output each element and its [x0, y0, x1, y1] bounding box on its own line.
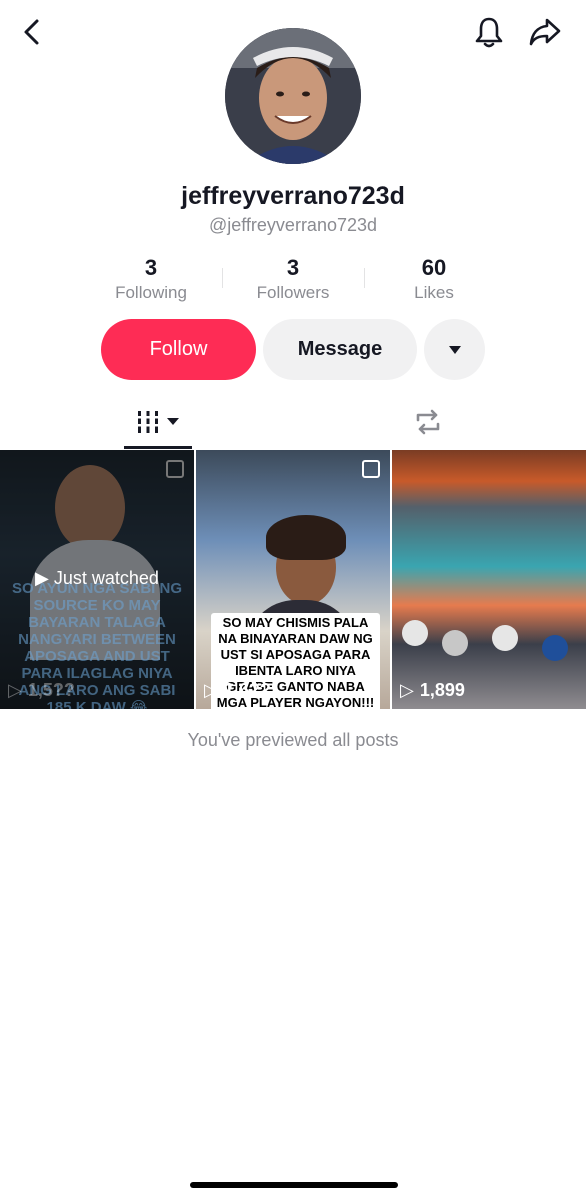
end-of-posts-text: You've previewed all posts [187, 730, 399, 750]
avatar[interactable] [225, 28, 361, 164]
back-button[interactable] [14, 14, 50, 50]
view-count: ▷ 1,5?? [8, 680, 75, 701]
stat-value: 3 [286, 255, 300, 280]
notification-button[interactable] [471, 14, 507, 50]
video-tile[interactable]: ▷ 1,899 [392, 450, 586, 709]
multi-content-icon [362, 460, 380, 478]
view-count-value: 1,6?? [223, 680, 271, 700]
stat-followers[interactable]: 3 Followers [223, 255, 363, 303]
bell-icon [475, 17, 503, 48]
tab-videos[interactable] [135, 408, 185, 436]
share-button[interactable] [527, 14, 563, 50]
just-watched-badge: ▶ Just watched [0, 568, 194, 589]
play-outline-icon: ▷ [400, 680, 414, 700]
username: jeffreyverrano723d [181, 182, 405, 210]
multi-content-icon [166, 460, 184, 478]
just-watched-label: Just watched [53, 568, 159, 588]
stat-label: Likes [414, 283, 454, 302]
repost-icon [416, 409, 440, 435]
caret-down-icon [448, 345, 461, 354]
view-count: ▷ 1,899 [400, 680, 465, 701]
play-outline-icon: ▷ [204, 680, 218, 700]
handle: @jeffreyverrano723d [208, 215, 378, 235]
video-tile[interactable]: SO AYUN NGA SABI NG SOURCE KO MAY BAYARA… [0, 450, 194, 709]
more-options-button[interactable] [424, 319, 485, 380]
grid-icon [136, 411, 160, 433]
stat-label: Following [115, 283, 187, 302]
share-arrow-icon [529, 18, 561, 46]
play-icon: ▶ [35, 568, 49, 588]
active-tab-indicator [124, 446, 192, 449]
stat-value: 60 [421, 255, 447, 280]
view-count-value: 1,5?? [27, 680, 75, 700]
view-count-value: 1,899 [419, 680, 465, 700]
video-tile[interactable]: SO MAY CHISMIS PALA NA BINAYARAN DAW NG … [196, 450, 390, 709]
stat-following[interactable]: 3 Following [81, 255, 221, 303]
stat-value: 3 [144, 255, 158, 280]
caret-down-icon [167, 418, 179, 425]
stat-label: Followers [256, 283, 330, 302]
view-count: ▷ 1,6?? [204, 680, 271, 701]
chevron-left-icon [24, 19, 39, 45]
message-button[interactable]: Message [263, 319, 417, 380]
play-outline-icon: ▷ [8, 680, 22, 700]
home-indicator[interactable] [190, 1182, 398, 1188]
follow-button[interactable]: Follow [101, 319, 256, 380]
avatar-photo [225, 28, 361, 164]
stat-likes[interactable]: 60 Likes [364, 255, 504, 303]
tab-reposts[interactable] [412, 407, 444, 437]
